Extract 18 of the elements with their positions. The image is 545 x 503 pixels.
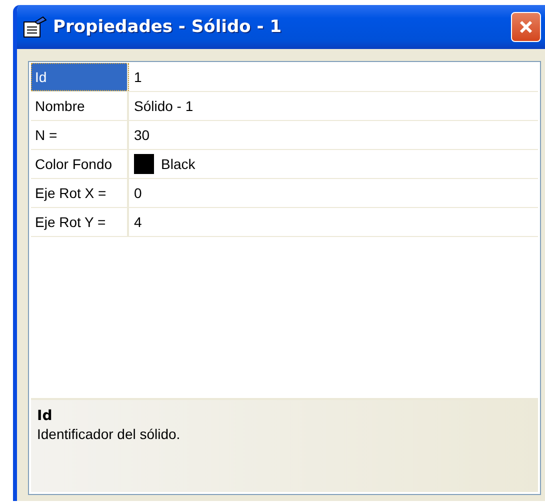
property-name[interactable]: Nombre [31, 92, 129, 120]
property-name[interactable]: N = [31, 121, 129, 149]
property-value[interactable]: 0 [134, 185, 142, 201]
property-value[interactable]: 4 [134, 214, 142, 230]
properties-icon [23, 16, 47, 38]
window-title: Propiedades - Sólido - 1 [53, 17, 283, 37]
property-name[interactable]: Eje Rot X = [31, 179, 129, 207]
property-name[interactable]: Color Fondo [31, 150, 129, 178]
close-button[interactable] [511, 12, 541, 42]
property-value[interactable]: Black [161, 156, 196, 172]
property-value[interactable]: Sólido - 1 [134, 98, 194, 114]
description-title: Id [37, 408, 54, 424]
property-value[interactable]: 30 [134, 127, 150, 143]
property-value[interactable]: 1 [134, 69, 142, 85]
property-name[interactable]: Id [31, 63, 129, 91]
property-name[interactable]: Eje Rot Y = [31, 208, 129, 236]
close-icon [518, 19, 534, 35]
description-text: Identificador del sólido. [37, 426, 182, 442]
